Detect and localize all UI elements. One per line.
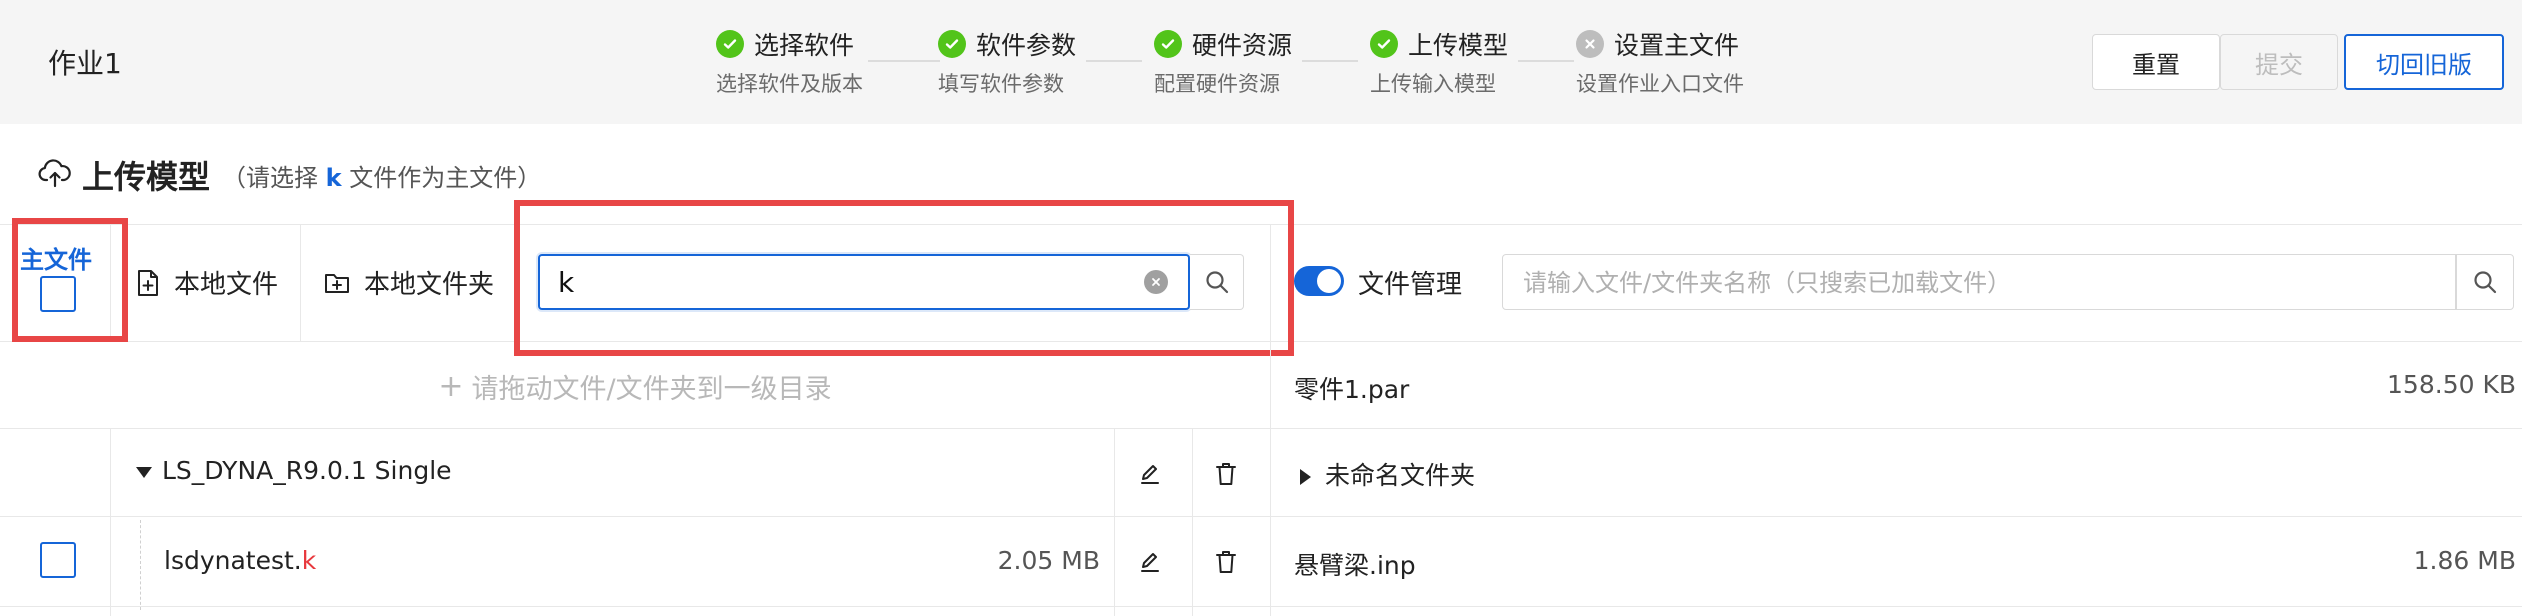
step-select-software[interactable]: 选择软件 选择软件及版本 <box>716 26 863 98</box>
check-icon <box>716 30 744 58</box>
check-icon <box>1370 30 1398 58</box>
divider <box>300 224 301 342</box>
tree-search-input[interactable] <box>558 262 1118 302</box>
hint-extension: k <box>325 163 342 192</box>
step-desc: 配置硬件资源 <box>1154 72 1280 96</box>
main-file-column-label: 主文件 <box>20 246 92 274</box>
file-name-base: lsdynatest. <box>164 546 302 575</box>
select-all-checkbox[interactable] <box>40 276 76 312</box>
section-hint: （请选择 k 文件作为主文件） <box>222 163 542 192</box>
row-divider <box>0 516 2522 517</box>
file-size: 158.50 KB <box>2387 370 2516 399</box>
cloud-upload-icon <box>38 158 72 192</box>
step-desc: 填写软件参数 <box>938 72 1064 96</box>
file-search-input[interactable] <box>1523 263 2423 303</box>
panel-divider <box>1270 342 1271 616</box>
step-title: 软件参数 <box>976 31 1077 60</box>
step-desc: 选择软件及版本 <box>716 72 863 96</box>
divider <box>110 428 111 616</box>
folder-name: 未命名文件夹 <box>1325 461 1476 490</box>
caret-down-icon[interactable] <box>136 466 152 478</box>
file-item-part1[interactable]: 零件1.par <box>1294 370 1409 406</box>
edit-icon[interactable] <box>1130 454 1170 494</box>
file-manage-label: 文件管理 <box>1358 270 1463 300</box>
step-desc: 设置作业入口文件 <box>1576 72 1744 96</box>
drop-zone[interactable]: + 请拖动文件/文件夹到一级目录 <box>0 344 1270 428</box>
step-set-main-file[interactable]: 设置主文件 设置作业入口文件 <box>1576 26 1744 98</box>
job-title: 作业1 <box>48 47 122 80</box>
step-connector <box>1086 60 1142 62</box>
check-icon <box>1154 30 1182 58</box>
section-title: 上传模型 （请选择 k 文件作为主文件） <box>38 152 541 198</box>
folder-name: LS_DYNA_R9.0.1 Single <box>162 456 452 485</box>
file-search-box <box>1502 254 2456 310</box>
divider <box>110 224 111 342</box>
header-bar: 作业1 选择软件 选择软件及版本 软件参数 填写软件参数 硬件资源 配置硬件资源… <box>0 0 2522 124</box>
delete-icon[interactable] <box>1206 542 1246 582</box>
file-manage-toggle[interactable] <box>1294 266 1344 296</box>
step-upload-model[interactable]: 上传模型 上传输入模型 <box>1370 26 1508 98</box>
drop-hint: 请拖动文件/文件夹到一级目录 <box>471 373 832 405</box>
step-title: 上传模型 <box>1408 31 1509 60</box>
step-hardware[interactable]: 硬件资源 配置硬件资源 <box>1154 26 1292 98</box>
reset-button[interactable]: 重置 <box>2092 34 2220 90</box>
row-divider <box>0 606 2522 607</box>
file-row-lsdynatest[interactable]: lsdynatest.k <box>164 546 316 575</box>
step-title: 选择软件 <box>754 31 855 60</box>
step-title: 设置主文件 <box>1614 31 1740 60</box>
step-connector <box>1518 60 1574 62</box>
divider <box>1192 428 1193 616</box>
tree-guide-line <box>140 520 141 610</box>
file-search-button[interactable] <box>2456 254 2514 310</box>
step-connector <box>1302 60 1358 62</box>
file-item-cantilever[interactable]: 悬臂梁.inp <box>1294 546 1416 582</box>
tree-search-button[interactable] <box>1190 254 1244 310</box>
divider <box>1114 428 1115 616</box>
section-heading: 上传模型 <box>82 158 211 196</box>
folder-add-icon <box>325 273 349 293</box>
row-divider <box>0 428 2522 429</box>
step-connector <box>868 60 940 62</box>
delete-icon[interactable] <box>1206 454 1246 494</box>
upload-local-folder-button[interactable]: 本地文件夹 <box>324 264 494 301</box>
file-name-match: k <box>301 546 317 575</box>
plus-icon: + <box>438 368 464 404</box>
edit-icon[interactable] <box>1130 542 1170 582</box>
file-size: 1.86 MB <box>2413 546 2516 575</box>
file-checkbox[interactable] <box>40 542 76 578</box>
step-software-params[interactable]: 软件参数 填写软件参数 <box>938 26 1076 98</box>
divider <box>1270 224 1271 342</box>
step-desc: 上传输入模型 <box>1370 72 1496 96</box>
tree-search-box <box>538 254 1190 310</box>
local-folder-label: 本地文件夹 <box>364 270 495 300</box>
folder-item-unnamed[interactable]: 未命名文件夹 <box>1300 456 1475 492</box>
clear-search-icon[interactable] <box>1144 270 1168 294</box>
check-icon <box>938 30 966 58</box>
folder-row-ls-dyna[interactable]: LS_DYNA_R9.0.1 Single <box>136 456 452 485</box>
file-add-icon <box>138 269 158 296</box>
step-title: 硬件资源 <box>1192 31 1293 60</box>
local-file-label: 本地文件 <box>174 270 279 300</box>
caret-right-icon[interactable] <box>1300 469 1311 485</box>
search-icon <box>1205 271 1228 294</box>
switch-old-version-button[interactable]: 切回旧版 <box>2344 34 2504 90</box>
file-size: 2.05 MB <box>997 546 1100 575</box>
upload-local-file-button[interactable]: 本地文件 <box>136 264 278 301</box>
search-icon <box>2474 271 2497 294</box>
submit-button[interactable]: 提交 <box>2220 34 2338 90</box>
close-circle-icon <box>1576 30 1604 58</box>
